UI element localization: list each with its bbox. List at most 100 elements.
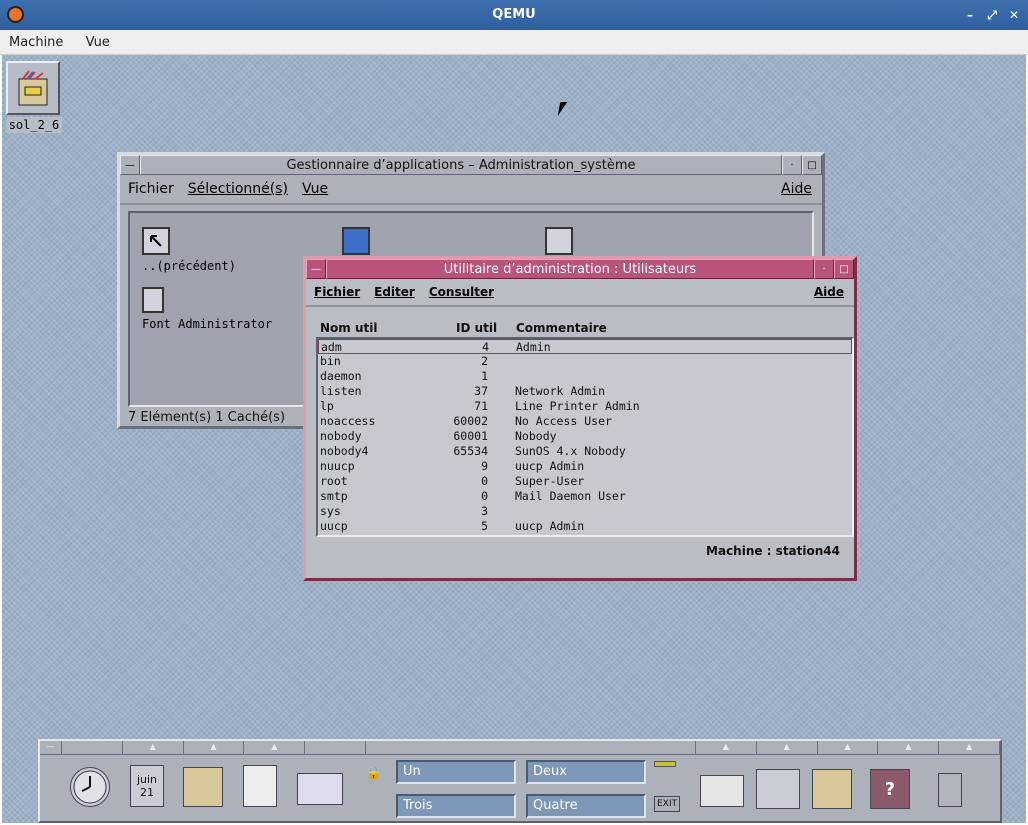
parent-folder-icon: [142, 227, 170, 255]
cde-front-panel: — ▲ ▲ ▲ ▲ ▲ ▲ ▲ ▲ juin 21 🔒 Un Deux Troi…: [38, 739, 1002, 823]
app-manager-title[interactable]: Gestionnaire d’applications – Administra…: [140, 155, 782, 175]
menu-editer[interactable]: Editer: [374, 285, 415, 299]
user-name-cell: nobody4: [320, 444, 369, 458]
subpanel-tab[interactable]: ▲: [122, 741, 184, 755]
menu-vue[interactable]: Vue: [302, 181, 328, 197]
user-row[interactable]: adm 4 Admin: [318, 339, 852, 354]
user-comment-cell: Super-User: [515, 474, 585, 488]
user-row[interactable]: nuucp 9 uucp Admin: [318, 459, 852, 474]
admin-tool-icon: [545, 227, 573, 255]
guest-desktop: sol_2_6 — Gestionnaire d’applications – …: [2, 55, 1026, 823]
subpanel-tab[interactable]: ▲: [939, 741, 1000, 755]
user-row[interactable]: listen 37 Network Admin: [318, 384, 852, 399]
menu-aide[interactable]: Aide: [781, 181, 812, 197]
workspace-deux-button[interactable]: Deux: [526, 760, 646, 784]
menu-vue[interactable]: Vue: [77, 30, 119, 55]
menu-aide[interactable]: Aide: [814, 285, 844, 299]
user-row[interactable]: sys 3: [318, 504, 852, 519]
user-row[interactable]: noaccess 60002 No Access User: [318, 414, 852, 429]
panel-menu-handle[interactable]: —: [40, 741, 62, 755]
font-administrator-item[interactable]: Font Administrator: [142, 287, 272, 331]
workspace-quatre-button[interactable]: Quatre: [526, 794, 646, 818]
mouse-pointer-icon: [557, 102, 568, 116]
qemu-titlebar: QEMU – ⤢ ✕: [0, 0, 1028, 30]
user-row[interactable]: bin 2: [318, 354, 852, 369]
user-row[interactable]: nobody 60001 Nobody: [318, 429, 852, 444]
help-icon[interactable]: ?: [870, 769, 910, 809]
mailer-icon[interactable]: [297, 773, 343, 805]
minimize-window-button[interactable]: ·: [782, 155, 802, 175]
subpanel-tab[interactable]: ▲: [756, 741, 818, 755]
subpanel-tab[interactable]: ▲: [817, 741, 879, 755]
user-row[interactable]: nobody4 65534 SunOS 4.x Nobody: [318, 444, 852, 459]
admin-tool-item[interactable]: [545, 227, 573, 259]
subpanel-tab[interactable]: ▲: [878, 741, 940, 755]
menu-selectionnes[interactable]: Sélectionné(s): [188, 181, 288, 197]
user-name-cell: uucp: [320, 519, 348, 533]
calendar-month: juin: [136, 773, 158, 786]
subpanel-tab[interactable]: ▲: [183, 741, 245, 755]
wrench-icon: [342, 227, 370, 255]
maximize-window-button[interactable]: □: [802, 155, 822, 175]
maximize-window-button[interactable]: □: [834, 259, 854, 279]
style-manager-icon[interactable]: [756, 769, 800, 809]
machine-label: Machine : station44: [706, 544, 840, 558]
qemu-logo-icon: [7, 6, 24, 23]
user-row[interactable]: daemon 1: [318, 369, 852, 384]
desktop-icon-sol-2-6[interactable]: sol_2_6: [6, 61, 62, 133]
file-manager-icon[interactable]: [183, 767, 223, 807]
user-name-cell: noaccess: [320, 414, 376, 428]
user-comment-cell: Network Admin: [515, 384, 606, 398]
user-name-cell: adm: [321, 340, 342, 354]
users-window-title[interactable]: Utilitaire d’administration : Utilisateu…: [326, 259, 814, 279]
user-id-cell: 65534: [453, 444, 488, 458]
menu-machine[interactable]: Machine: [0, 30, 72, 55]
user-id-cell: 2: [481, 354, 488, 368]
app-manager-icon[interactable]: [812, 769, 852, 809]
user-comment-cell: uucp Admin: [515, 459, 585, 473]
window-title: QEMU: [492, 7, 536, 22]
user-id-cell: 3: [481, 504, 488, 518]
user-name-cell: smtp: [320, 489, 348, 503]
clock-icon[interactable]: [70, 767, 110, 807]
user-name-cell: bin: [320, 354, 341, 368]
subpanel-tab[interactable]: [305, 741, 366, 755]
status-bar: 7 Elément(s) 1 Caché(s): [128, 410, 286, 425]
tools-item[interactable]: [342, 227, 370, 259]
calendar-icon[interactable]: juin 21: [130, 765, 164, 807]
lock-icon[interactable]: 🔒: [366, 765, 382, 781]
text-editor-icon[interactable]: [243, 765, 277, 807]
col-header-name: Nom util: [320, 321, 378, 335]
restore-button[interactable]: ⤢: [986, 0, 998, 30]
user-row[interactable]: root 0 Super-User: [318, 474, 852, 489]
subpanel-tab[interactable]: ▲: [695, 741, 757, 755]
window-menu-button[interactable]: —: [306, 259, 326, 279]
printer-icon[interactable]: [700, 775, 744, 807]
subpanel-tab[interactable]: ▲: [244, 741, 306, 755]
user-name-cell: nobody: [320, 429, 362, 443]
close-button[interactable]: ✕: [1008, 0, 1020, 30]
menu-consulter[interactable]: Consulter: [429, 285, 494, 299]
trash-icon[interactable]: [938, 773, 962, 807]
subpanel-tab[interactable]: [62, 741, 123, 755]
user-comment-cell: Admin: [516, 340, 551, 354]
user-name-cell: nuucp: [320, 459, 355, 473]
menu-fichier[interactable]: Fichier: [128, 181, 174, 197]
user-row[interactable]: smtp 0 Mail Daemon User: [318, 489, 852, 504]
workspace-trois-button[interactable]: Trois: [396, 794, 516, 818]
file-cabinet-icon: [6, 61, 60, 115]
user-list[interactable]: adm 4 Admin bin 2 daemon 1 listen 37 Network Admi…: [316, 337, 854, 537]
user-id-cell: 5: [481, 519, 488, 533]
user-id-cell: 0: [481, 474, 488, 488]
user-row[interactable]: uucp 5 uucp Admin: [318, 519, 852, 534]
menu-fichier[interactable]: Fichier: [314, 285, 360, 299]
user-comment-cell: Nobody: [515, 429, 557, 443]
user-row[interactable]: lp 71 Line Printer Admin: [318, 399, 852, 414]
exit-button[interactable]: EXIT: [654, 796, 680, 812]
parent-folder-item[interactable]: ..(précédent): [142, 227, 236, 273]
user-comment-cell: No Access User: [515, 414, 612, 428]
workspace-un-button[interactable]: Un: [396, 760, 516, 784]
window-menu-button[interactable]: —: [120, 155, 140, 175]
minimize-window-button[interactable]: ·: [814, 259, 834, 279]
minimize-button[interactable]: –: [964, 0, 976, 30]
